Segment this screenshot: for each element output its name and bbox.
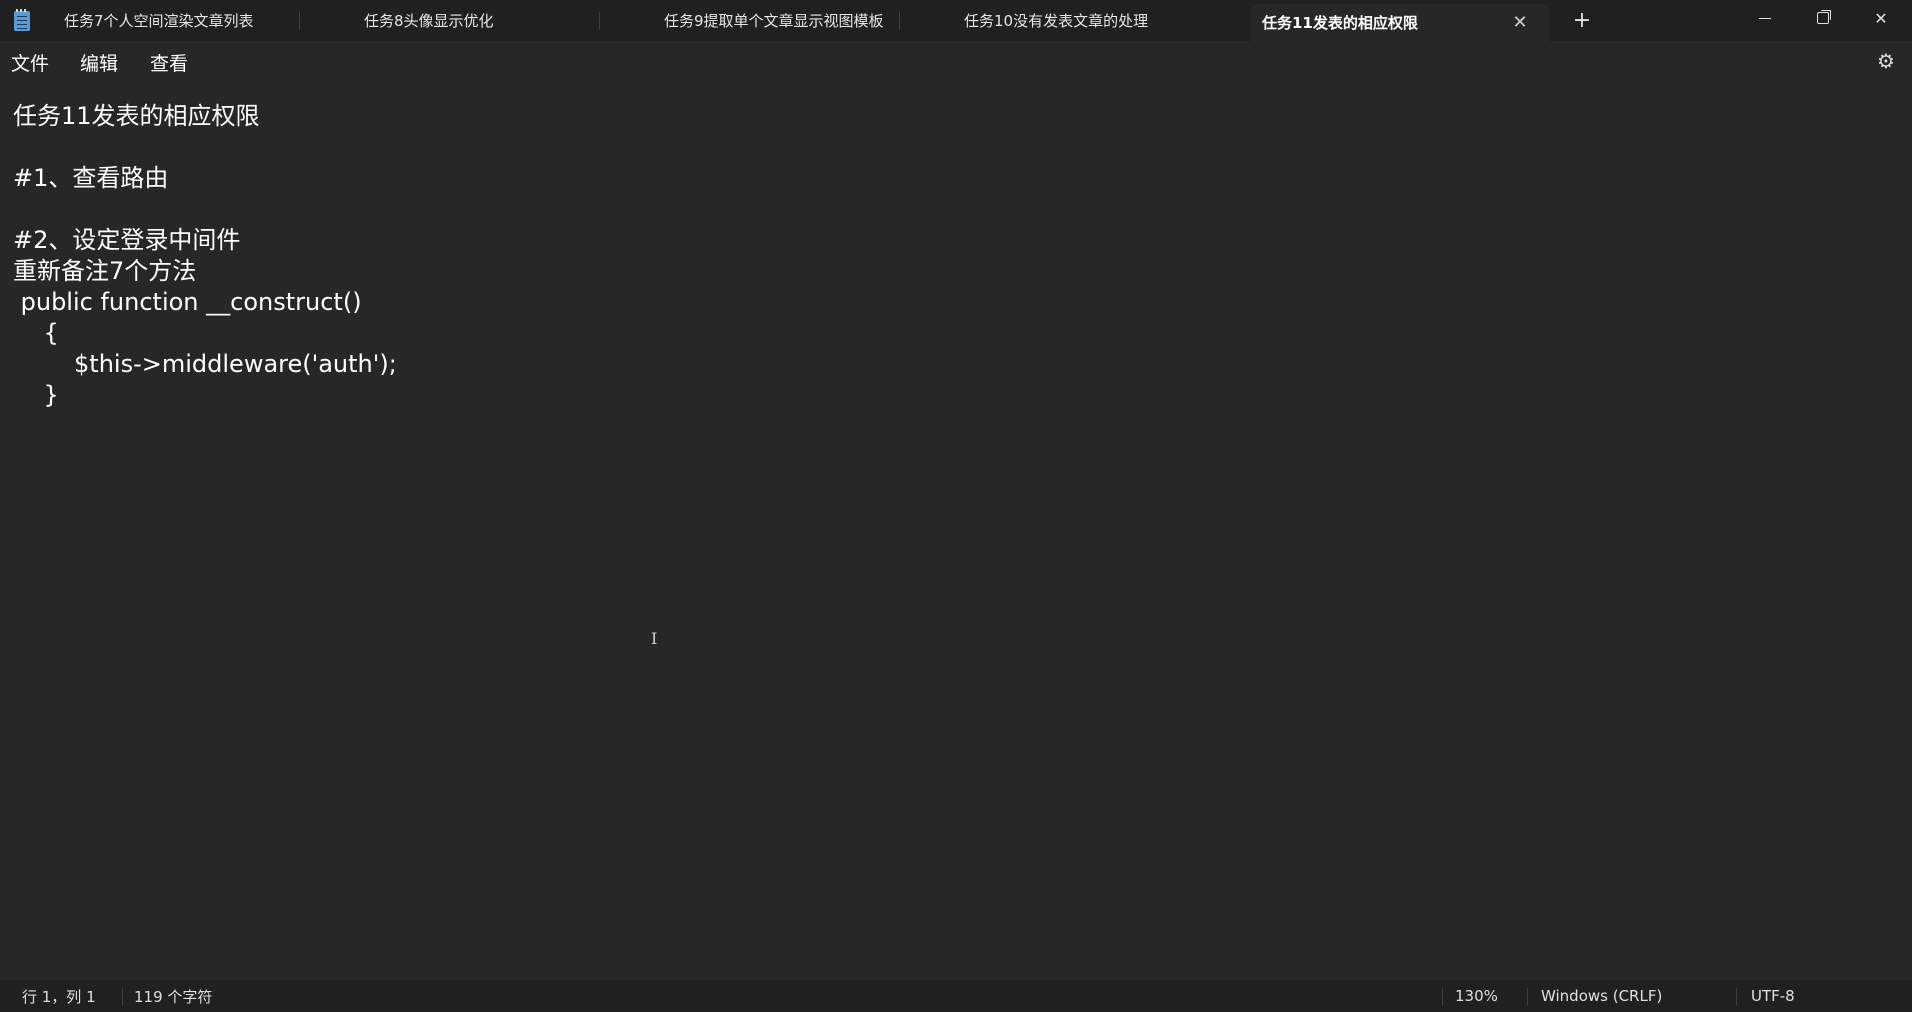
status-separator <box>1442 988 1443 1006</box>
title-bar: 任务7个人空间渲染文章列表 任务8头像显示优化 任务9提取单个文章显示视图模板 … <box>0 0 1912 41</box>
text-cursor-icon: I <box>651 629 658 648</box>
tab-label: 任务7个人空间渲染文章列表 <box>64 12 254 30</box>
status-bar: 行 1，列 1 119 个字符 130% Windows (CRLF) UTF-… <box>0 980 1912 1012</box>
character-count: 119 个字符 <box>134 987 213 1006</box>
status-separator <box>1736 988 1737 1006</box>
tab-label: 任务11发表的相应权限 <box>1262 14 1418 32</box>
tab-task7[interactable]: 任务7个人空间渲染文章列表 <box>0 0 300 41</box>
text-editor[interactable]: 任务11发表的相应权限 #1、查看路由 #2、设定登录中间件 重新备注7个方法 … <box>0 82 1912 980</box>
close-tab-icon[interactable]: ✕ <box>1511 12 1529 33</box>
tab-label: 任务10没有发表文章的处理 <box>964 12 1149 30</box>
status-separator <box>122 988 123 1006</box>
tab-task10[interactable]: 任务10没有发表文章的处理 <box>900 0 1200 41</box>
menu-view[interactable]: 查看 <box>150 49 188 75</box>
settings-gear-icon[interactable]: ⚙ <box>1874 49 1898 73</box>
tab-task11-active[interactable]: 任务11发表的相应权限 ✕ <box>1251 4 1549 41</box>
zoom-level[interactable]: 130% <box>1455 980 1498 1012</box>
menu-file[interactable]: 文件 <box>11 49 49 75</box>
editor-content[interactable]: 任务11发表的相应权限 #1、查看路由 #2、设定登录中间件 重新备注7个方法 … <box>13 101 397 411</box>
tab-task8[interactable]: 任务8头像显示优化 <box>300 0 600 41</box>
restore-button[interactable] <box>1794 0 1852 36</box>
tab-task9[interactable]: 任务9提取单个文章显示视图模板 <box>600 0 900 41</box>
close-window-button[interactable]: ✕ <box>1852 0 1910 36</box>
minimize-button[interactable] <box>1736 0 1794 36</box>
tab-label: 任务9提取单个文章显示视图模板 <box>664 12 884 30</box>
menu-bar: 文件 编辑 查看 <box>0 41 1912 82</box>
encoding[interactable]: UTF-8 <box>1751 980 1795 1012</box>
new-tab-button[interactable]: + <box>1568 6 1596 34</box>
line-ending[interactable]: Windows (CRLF) <box>1541 980 1662 1012</box>
status-separator <box>1527 988 1528 1006</box>
menu-edit[interactable]: 编辑 <box>80 49 118 75</box>
cursor-position: 行 1，列 1 <box>22 987 96 1006</box>
tab-label: 任务8头像显示优化 <box>364 12 494 30</box>
